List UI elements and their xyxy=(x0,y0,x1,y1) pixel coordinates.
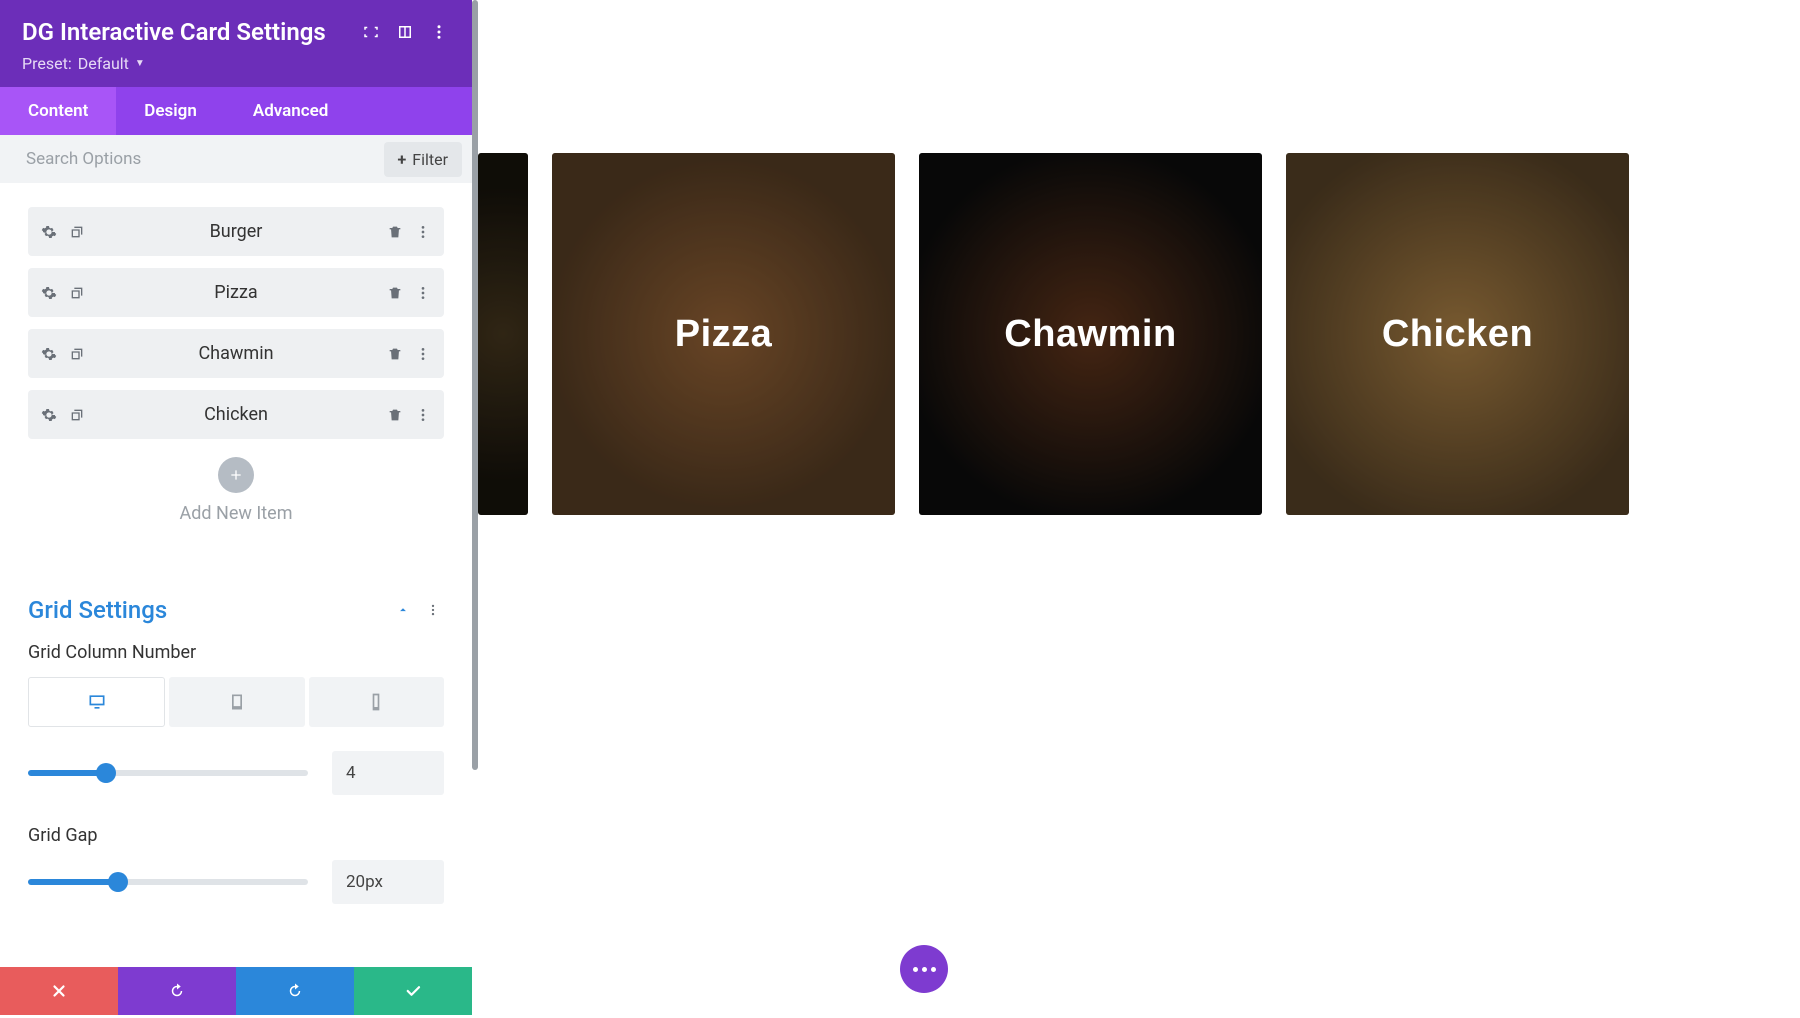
card-grid: Pizza Chawmin Chicken xyxy=(478,0,1800,515)
more-icon[interactable] xyxy=(414,223,432,241)
card-pizza[interactable]: Pizza xyxy=(552,153,895,515)
preview-canvas: Pizza Chawmin Chicken xyxy=(478,0,1800,1015)
more-icon[interactable] xyxy=(422,599,444,621)
card-chawmin[interactable]: Chawmin xyxy=(919,153,1262,515)
card-overlay xyxy=(478,153,528,515)
slider-thumb[interactable] xyxy=(96,763,116,783)
search-row: + Filter xyxy=(0,135,472,183)
panel-title: DG Interactive Card Settings xyxy=(22,18,348,46)
panel-layout-icon[interactable] xyxy=(394,21,416,43)
grid-column-slider[interactable] xyxy=(28,770,308,776)
plus-icon: + xyxy=(398,150,407,169)
trash-icon[interactable] xyxy=(386,345,404,363)
item-label: Chicken xyxy=(86,404,386,425)
tab-content[interactable]: Content xyxy=(0,87,116,135)
gear-icon[interactable] xyxy=(40,345,58,363)
add-new-item: Add New Item xyxy=(28,457,444,524)
main-tabs: Content Design Advanced xyxy=(0,87,472,135)
more-icon[interactable] xyxy=(414,284,432,302)
tablet-tab[interactable] xyxy=(169,677,304,727)
cancel-button[interactable] xyxy=(0,967,118,1015)
undo-button[interactable] xyxy=(118,967,236,1015)
section-title[interactable]: Grid Settings xyxy=(28,596,392,624)
card-title: Chicken xyxy=(1382,313,1533,356)
more-horizontal-icon xyxy=(913,967,936,972)
responsive-tabs xyxy=(28,677,444,727)
list-item[interactable]: Pizza xyxy=(28,268,444,317)
add-button[interactable] xyxy=(218,457,254,493)
card-title: Chawmin xyxy=(1004,313,1176,356)
grid-gap-value[interactable]: 20px xyxy=(332,860,444,904)
chevron-up-icon[interactable] xyxy=(392,599,414,621)
preset-value: Default xyxy=(78,54,129,73)
grid-column-value[interactable]: 4 xyxy=(332,751,444,795)
add-new-label: Add New Item xyxy=(28,503,444,524)
more-icon[interactable] xyxy=(414,406,432,424)
desktop-tab[interactable] xyxy=(28,677,165,727)
card-title: Pizza xyxy=(675,313,773,356)
tab-advanced[interactable]: Advanced xyxy=(225,87,357,135)
duplicate-icon[interactable] xyxy=(68,406,86,424)
more-icon[interactable] xyxy=(414,345,432,363)
phone-tab[interactable] xyxy=(309,677,444,727)
slider-thumb[interactable] xyxy=(108,872,128,892)
duplicate-icon[interactable] xyxy=(68,223,86,241)
search-input[interactable] xyxy=(26,135,384,183)
redo-button[interactable] xyxy=(236,967,354,1015)
grid-gap-slider[interactable] xyxy=(28,879,308,885)
gear-icon[interactable] xyxy=(40,223,58,241)
panel-header: DG Interactive Card Settings Preset: Def… xyxy=(0,0,472,87)
caret-down-icon: ▼ xyxy=(135,58,145,69)
more-icon[interactable] xyxy=(428,21,450,43)
grid-gap-slider-row: 20px xyxy=(28,860,444,904)
settings-sidebar: DG Interactive Card Settings Preset: Def… xyxy=(0,0,472,1015)
expand-icon[interactable] xyxy=(360,21,382,43)
duplicate-icon[interactable] xyxy=(68,345,86,363)
duplicate-icon[interactable] xyxy=(68,284,86,302)
floating-action-button[interactable] xyxy=(900,945,948,993)
grid-settings-section: Grid Settings Grid Column Number xyxy=(0,574,472,938)
save-button[interactable] xyxy=(354,967,472,1015)
tab-design[interactable]: Design xyxy=(116,87,225,135)
filter-button[interactable]: + Filter xyxy=(384,142,462,177)
grid-column-slider-row: 4 xyxy=(28,751,444,795)
item-label: Burger xyxy=(86,221,386,242)
list-item[interactable]: Chawmin xyxy=(28,329,444,378)
grid-gap-label: Grid Gap xyxy=(28,825,444,846)
item-label: Chawmin xyxy=(86,343,386,364)
grid-column-label: Grid Column Number xyxy=(28,642,444,663)
item-label: Pizza xyxy=(86,282,386,303)
list-item[interactable]: Burger xyxy=(28,207,444,256)
preset-label: Preset: xyxy=(22,54,72,73)
filter-label: Filter xyxy=(412,150,448,169)
trash-icon[interactable] xyxy=(386,284,404,302)
card-burger[interactable] xyxy=(478,153,528,515)
preset-selector[interactable]: Preset: Default ▼ xyxy=(22,54,450,73)
gear-icon[interactable] xyxy=(40,406,58,424)
trash-icon[interactable] xyxy=(386,406,404,424)
bottom-action-bar xyxy=(0,967,472,1015)
items-list: Burger Pizza Chawmin xyxy=(0,183,472,544)
card-chicken[interactable]: Chicken xyxy=(1286,153,1629,515)
trash-icon[interactable] xyxy=(386,223,404,241)
gear-icon[interactable] xyxy=(40,284,58,302)
list-item[interactable]: Chicken xyxy=(28,390,444,439)
